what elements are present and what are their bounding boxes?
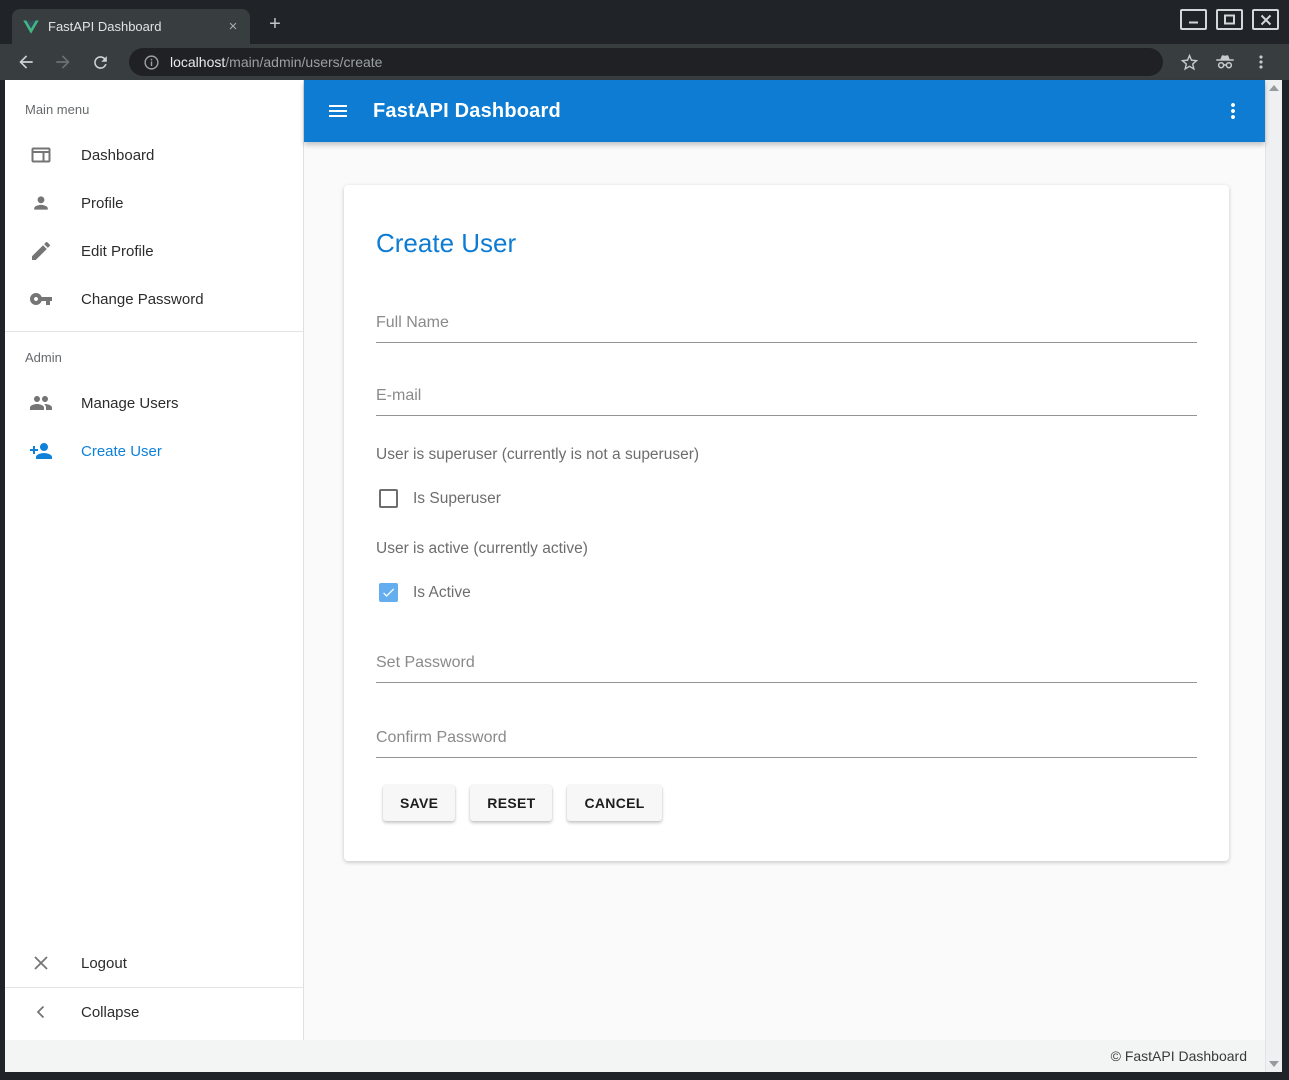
sidebar-item-label: Logout <box>81 955 127 972</box>
cancel-button[interactable]: CANCEL <box>567 785 661 821</box>
minimize-icon[interactable] <box>1180 9 1207 30</box>
forward-icon[interactable] <box>51 50 75 74</box>
set-password-input[interactable] <box>376 652 1197 683</box>
page-title: Create User <box>376 228 1197 259</box>
window-controls <box>1180 9 1279 30</box>
sidebar-item-create-user[interactable]: Create User <box>5 427 303 475</box>
app-menu-icon[interactable] <box>1221 99 1245 123</box>
chevron-left-icon <box>29 1000 53 1024</box>
people-icon <box>29 391 53 415</box>
maximize-icon[interactable] <box>1216 9 1243 30</box>
incognito-icon <box>1214 51 1236 73</box>
superuser-note: User is superuser (currently is not a su… <box>376 446 1197 464</box>
close-icon <box>29 951 53 975</box>
bookmark-star-icon[interactable] <box>1178 51 1200 73</box>
vue-favicon <box>23 19 39 35</box>
browser-window: FastAPI Dashboard × + <box>0 0 1289 1080</box>
person-icon <box>29 191 53 215</box>
sidebar-item-edit-profile[interactable]: Edit Profile <box>5 227 303 275</box>
site-info-icon[interactable] <box>143 54 160 71</box>
tab-title: FastAPI Dashboard <box>48 19 224 34</box>
sidebar-section-admin: Admin <box>25 350 303 365</box>
key-icon <box>29 287 53 311</box>
copyright-text: © FastAPI Dashboard <box>1111 1048 1247 1064</box>
is-superuser-checkbox[interactable] <box>379 489 398 508</box>
active-note: User is active (currently active) <box>376 540 1197 558</box>
sidebar-item-label: Profile <box>81 195 124 212</box>
pencil-icon <box>29 239 53 263</box>
url-host: localhost <box>170 54 225 70</box>
sidebar-item-label: Manage Users <box>81 395 179 412</box>
page-footer: © FastAPI Dashboard <box>5 1040 1265 1072</box>
sidebar-item-logout[interactable]: Logout <box>5 939 303 987</box>
sidebar-item-dashboard[interactable]: Dashboard <box>5 131 303 179</box>
sidebar-item-change-password[interactable]: Change Password <box>5 275 303 323</box>
browser-titlebar: FastAPI Dashboard × + <box>0 0 1289 44</box>
is-active-checkbox-row[interactable]: Is Active <box>379 583 1197 602</box>
sidebar-item-collapse[interactable]: Collapse <box>5 988 303 1036</box>
scroll-up-icon[interactable] <box>1269 85 1279 91</box>
hamburger-icon[interactable] <box>326 99 350 123</box>
email-input[interactable] <box>376 385 1197 416</box>
sidebar: Main menu Dashboard Profile <box>5 80 304 1040</box>
sidebar-section-main-menu: Main menu <box>25 102 303 117</box>
scroll-down-icon[interactable] <box>1269 1061 1279 1067</box>
reset-button[interactable]: RESET <box>470 785 552 821</box>
is-superuser-label: Is Superuser <box>413 490 501 508</box>
save-button[interactable]: SAVE <box>383 785 455 821</box>
url-text: localhost/main/admin/users/create <box>170 54 382 70</box>
sidebar-item-label: Dashboard <box>81 147 154 164</box>
browser-menu-icon[interactable] <box>1250 51 1272 73</box>
app-toolbar: FastAPI Dashboard <box>304 80 1265 142</box>
sidebar-item-manage-users[interactable]: Manage Users <box>5 379 303 427</box>
browser-tab[interactable]: FastAPI Dashboard × <box>12 9 250 44</box>
dashboard-icon <box>29 143 53 167</box>
confirm-password-input[interactable] <box>376 727 1197 758</box>
sidebar-item-label: Edit Profile <box>81 243 154 260</box>
person-add-icon <box>29 439 53 463</box>
form-actions: SAVE RESET CANCEL <box>376 785 1197 821</box>
is-active-checkbox[interactable] <box>379 583 398 602</box>
url-path: /main/admin/users/create <box>225 54 382 70</box>
page-scrollbar[interactable] <box>1265 80 1282 1072</box>
sidebar-item-label: Change Password <box>81 291 204 308</box>
is-active-label: Is Active <box>413 584 471 602</box>
sidebar-item-label: Create User <box>81 443 162 460</box>
app-title: FastAPI Dashboard <box>373 100 561 123</box>
sidebar-item-label: Collapse <box>81 1004 139 1021</box>
url-bar[interactable]: localhost/main/admin/users/create <box>129 48 1163 76</box>
full-name-input[interactable] <box>376 312 1197 343</box>
sidebar-bottom: Logout Collapse <box>5 939 303 1040</box>
browser-toolbar: localhost/main/admin/users/create <box>0 44 1289 80</box>
sidebar-divider <box>5 331 303 332</box>
is-superuser-checkbox-row[interactable]: Is Superuser <box>379 489 1197 508</box>
tab-close-icon[interactable]: × <box>224 18 242 36</box>
main-content: FastAPI Dashboard Create User User is su… <box>304 80 1265 1040</box>
create-user-card: Create User User is superuser (currently… <box>344 185 1229 861</box>
back-icon[interactable] <box>14 50 38 74</box>
reload-icon[interactable] <box>88 50 112 74</box>
sidebar-item-profile[interactable]: Profile <box>5 179 303 227</box>
close-window-icon[interactable] <box>1252 9 1279 30</box>
new-tab-button[interactable]: + <box>262 12 288 38</box>
